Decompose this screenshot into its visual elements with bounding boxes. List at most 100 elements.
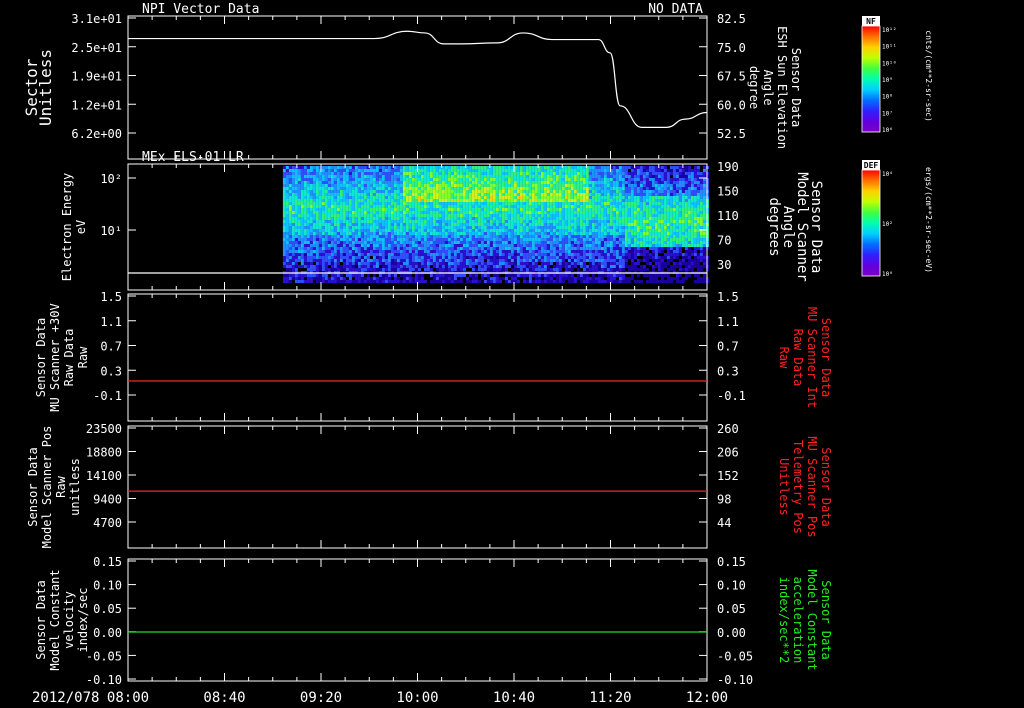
spectrogram-cell <box>546 166 550 169</box>
spectrogram-cell <box>636 259 640 262</box>
spectrogram-cell <box>390 223 394 226</box>
spectrogram-cell <box>573 199 577 202</box>
spectrogram-cell <box>471 190 475 193</box>
spectrogram-cell <box>405 235 409 238</box>
spectrogram-cell <box>588 259 592 262</box>
spectrogram-cell <box>585 187 589 190</box>
spectrogram-cell <box>567 166 571 169</box>
spectrogram-cell <box>447 205 451 208</box>
spectrogram-cell <box>600 202 604 205</box>
spectrogram-cell <box>396 202 400 205</box>
spectrogram-cell <box>387 250 391 253</box>
spectrogram-cell <box>483 274 487 277</box>
spectrogram-cell <box>291 265 295 268</box>
spectrogram-cell <box>426 259 430 262</box>
spectrogram-cell <box>357 232 361 235</box>
spectrogram-cell <box>543 181 547 184</box>
spectrogram-cell <box>384 265 388 268</box>
spectrogram-cell <box>432 244 436 247</box>
spectrogram-cell <box>612 226 616 229</box>
spectrogram-cell <box>306 232 310 235</box>
spectrogram-cell <box>411 211 415 214</box>
spectrogram-cell <box>645 187 649 190</box>
spectrogram-cell <box>456 259 460 262</box>
spectrogram-cell <box>591 178 595 181</box>
spectrogram-cell <box>303 205 307 208</box>
spectrogram-cell <box>312 232 316 235</box>
spectrogram-cell <box>483 226 487 229</box>
spectrogram-cell <box>552 199 556 202</box>
spectrogram-cell <box>426 166 430 169</box>
spectrogram-cell <box>516 226 520 229</box>
spectrogram-cell <box>474 268 478 271</box>
left-axis-label: SectorUnitless <box>22 49 55 126</box>
spectrogram-cell <box>405 220 409 223</box>
spectrogram-cell <box>531 268 535 271</box>
spectrogram-cell <box>321 238 325 241</box>
spectrogram-cell <box>534 223 538 226</box>
spectrogram-cell <box>336 202 340 205</box>
spectrogram-cell <box>396 253 400 256</box>
spectrogram-cell <box>561 238 565 241</box>
spectrogram-cell <box>588 265 592 268</box>
spectrogram-cell <box>561 196 565 199</box>
spectrogram-cell <box>348 241 352 244</box>
spectrogram-cell <box>621 250 625 253</box>
spectrogram-cell <box>555 166 559 169</box>
spectrogram-cell <box>378 277 382 280</box>
spectrogram-cell <box>345 235 349 238</box>
spectrogram-cell <box>321 217 325 220</box>
spectrogram-cell <box>330 217 334 220</box>
spectrogram-cell <box>483 211 487 214</box>
spectrogram-cell <box>564 196 568 199</box>
spectrogram-cell <box>426 172 430 175</box>
spectrogram-cell <box>414 205 418 208</box>
spectrogram-cell <box>648 274 652 277</box>
spectrogram-cell <box>564 217 568 220</box>
spectrogram-cell <box>465 208 469 211</box>
spectrogram-cell <box>492 169 496 172</box>
spectrogram-cell <box>411 199 415 202</box>
spectrogram-cell <box>381 217 385 220</box>
spectrogram-cell <box>612 184 616 187</box>
spectrogram-cell <box>573 223 577 226</box>
spectrogram-cell <box>447 211 451 214</box>
spectrogram-cell <box>300 205 304 208</box>
spectrogram-cell <box>504 241 508 244</box>
spectrogram-cell <box>480 205 484 208</box>
spectrogram-cell <box>474 220 478 223</box>
spectrogram-cell <box>474 211 478 214</box>
spectrogram-cell <box>624 166 628 169</box>
spectrogram-cell <box>369 262 373 265</box>
spectrogram-cell <box>534 244 538 247</box>
spectrogram-cell <box>387 214 391 217</box>
spectrogram-cell <box>450 190 454 193</box>
spectrogram-cell <box>528 205 532 208</box>
spectrogram-cell <box>507 262 511 265</box>
spectrogram-cell <box>645 238 649 241</box>
spectrogram-cell <box>477 256 481 259</box>
spectrogram-cell <box>351 238 355 241</box>
spectrogram-cell <box>306 205 310 208</box>
spectrogram-cell <box>441 199 445 202</box>
spectrogram-cell <box>285 250 289 253</box>
spectrogram-cell <box>450 202 454 205</box>
spectrogram-cell <box>321 202 325 205</box>
spectrogram-cell <box>582 199 586 202</box>
spectrogram-cell <box>660 178 664 181</box>
spectrogram-cell <box>525 238 529 241</box>
spectrogram-cell <box>495 244 499 247</box>
spectrogram-cell <box>522 244 526 247</box>
spectrogram-cell <box>561 178 565 181</box>
spectrogram-cell <box>585 280 589 283</box>
spectrogram-cell <box>564 244 568 247</box>
spectrogram-cell <box>477 172 481 175</box>
spectrogram-cell <box>378 274 382 277</box>
spectrogram-cell <box>492 238 496 241</box>
spectrogram-cell <box>534 229 538 232</box>
spectrogram-cell <box>504 172 508 175</box>
spectrogram-cell <box>537 208 541 211</box>
spectrogram-cell <box>582 256 586 259</box>
spectrogram-cell <box>345 247 349 250</box>
spectrogram-cell <box>348 268 352 271</box>
